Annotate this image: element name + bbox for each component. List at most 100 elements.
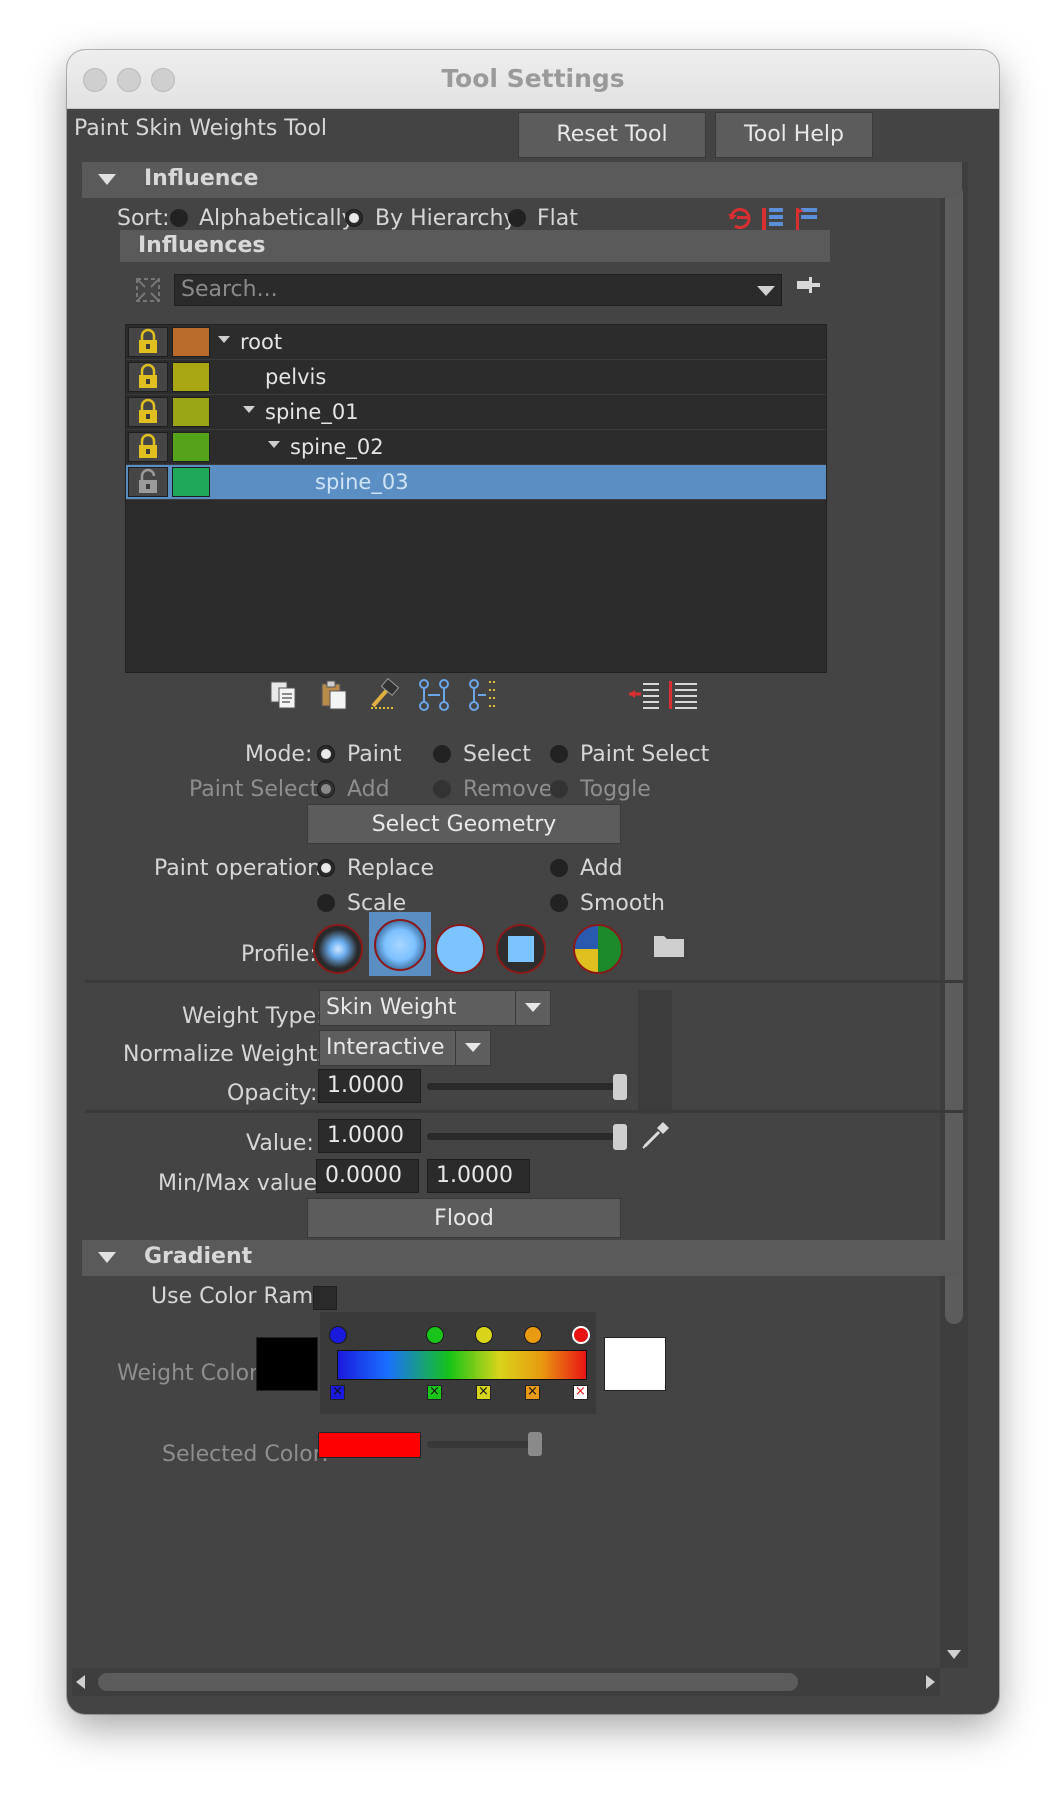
influence-section-header[interactable]: Influence [82, 162, 962, 198]
ramp-stop-delete-icon[interactable]: × [573, 1385, 588, 1400]
ramp-stop-delete-icon[interactable]: × [330, 1385, 345, 1400]
opacity-input[interactable]: 1.0000 [318, 1069, 421, 1103]
mode-paint-radio[interactable] [317, 745, 335, 763]
profile-soft-icon[interactable] [374, 919, 426, 971]
paint-operation-replace-radio[interactable] [317, 859, 335, 877]
horizontal-scrollbar[interactable] [72, 1668, 940, 1696]
value-input[interactable]: 1.0000 [318, 1119, 421, 1153]
influence-row[interactable]: root [126, 325, 826, 360]
weight-hammer-icon[interactable] [367, 678, 401, 712]
influence-name: spine_03 [315, 470, 409, 494]
profile-square-icon[interactable] [496, 924, 546, 974]
influence-color-swatch[interactable] [172, 362, 210, 392]
pin-icon[interactable] [793, 272, 823, 302]
folder-icon[interactable] [652, 930, 686, 960]
unlock-icon[interactable] [128, 467, 168, 497]
reset-tool-button[interactable]: Reset Tool [518, 112, 706, 158]
gradient-section-header[interactable]: Gradient [82, 1240, 962, 1276]
influence-row[interactable]: spine_01 [126, 395, 826, 430]
profile-gaussian-icon[interactable] [313, 924, 363, 974]
paint-operation-smooth-radio[interactable] [550, 894, 568, 912]
vertical-scroll-thumb[interactable] [945, 184, 963, 1324]
color-ramp-editor[interactable]: × × × × × [320, 1312, 596, 1414]
paint-operation-replace-label: Replace [347, 856, 435, 881]
paint-select-add-label: Add [347, 777, 390, 802]
paint-operation-scale-radio[interactable] [317, 894, 335, 912]
sort-flat-radio[interactable] [508, 209, 526, 227]
influence-section-label: Influence [144, 166, 259, 191]
opacity-slider-handle[interactable] [613, 1074, 627, 1100]
min-value-input[interactable]: 0.0000 [316, 1159, 419, 1193]
expand-triangle-icon[interactable] [243, 406, 255, 413]
lock-icon[interactable] [128, 362, 168, 392]
influence-search-input[interactable]: Search... [174, 274, 782, 306]
opacity-slider-track[interactable] [427, 1083, 623, 1090]
influence-color-swatch[interactable] [172, 467, 210, 497]
tool-name-label: Paint Skin Weights Tool [74, 116, 328, 141]
normalize-weights-dropdown[interactable]: Interactive [319, 1030, 491, 1066]
copy-weights-icon[interactable] [267, 678, 301, 712]
influence-row[interactable]: spine_03 [126, 465, 826, 500]
expand-triangle-icon[interactable] [268, 441, 280, 448]
paint-select-remove-radio[interactable] [433, 780, 451, 798]
separator [85, 1110, 963, 1113]
scroll-right-icon[interactable] [926, 1675, 935, 1689]
paste-weights-icon[interactable] [317, 678, 351, 712]
horizontal-scroll-thumb[interactable] [98, 1673, 798, 1691]
ramp-stop-marker[interactable] [426, 1326, 444, 1344]
filter-icon[interactable] [133, 274, 163, 306]
selected-color-swatch[interactable] [318, 1432, 421, 1458]
select-geometry-button[interactable]: Select Geometry [307, 804, 621, 844]
value-slider-handle[interactable] [613, 1124, 627, 1150]
paint-operation-add-radio[interactable] [550, 859, 568, 877]
ramp-stop-delete-icon[interactable]: × [476, 1385, 491, 1400]
use-color-ramp-checkbox[interactable] [313, 1286, 337, 1310]
move-weights-icon[interactable] [417, 678, 451, 712]
vertical-scrollbar[interactable] [940, 162, 968, 1668]
weight-type-dropdown[interactable]: Skin Weight [319, 990, 551, 1026]
expand-triangle-icon[interactable] [218, 336, 230, 343]
selected-color-slider-track[interactable] [427, 1441, 537, 1448]
search-dropdown-icon[interactable] [757, 286, 775, 296]
paint-select-toggle-radio[interactable] [550, 780, 568, 798]
influence-row[interactable]: pelvis [126, 360, 826, 395]
ramp-stop-delete-icon[interactable]: × [525, 1385, 540, 1400]
sort-by-hierarchy-radio[interactable] [345, 209, 363, 227]
show-influences-icon[interactable] [467, 678, 501, 712]
scroll-down-icon[interactable] [947, 1650, 961, 1659]
value-slider-track[interactable] [427, 1133, 623, 1140]
weight-color-max-swatch[interactable] [604, 1337, 666, 1391]
flood-button[interactable]: Flood [307, 1198, 621, 1238]
paint-operation-label: Paint operation: [154, 856, 329, 881]
influence-color-swatch[interactable] [172, 397, 210, 427]
profile-solid-icon[interactable] [435, 924, 485, 974]
ramp-stop-marker[interactable] [475, 1326, 493, 1344]
add-influence-icon[interactable] [627, 678, 661, 712]
eyedropper-icon[interactable] [639, 1118, 673, 1152]
mode-select-radio[interactable] [433, 745, 451, 763]
paint-select-add-radio[interactable] [317, 780, 335, 798]
lock-icon[interactable] [128, 397, 168, 427]
influence-color-swatch[interactable] [172, 327, 210, 357]
ramp-stop-marker[interactable] [572, 1326, 590, 1344]
influence-name: spine_02 [290, 435, 384, 459]
ramp-stop-marker[interactable] [329, 1326, 347, 1344]
sort-alphabetically-radio[interactable] [170, 209, 188, 227]
weight-color-min-swatch[interactable] [256, 1337, 318, 1391]
mode-paint-select-radio[interactable] [550, 745, 568, 763]
scroll-left-icon[interactable] [76, 1675, 85, 1689]
influence-list[interactable]: root pelvis spine_01 spine_02 spine_03 [125, 324, 827, 673]
ramp-stop-marker[interactable] [524, 1326, 542, 1344]
influence-color-swatch[interactable] [172, 432, 210, 462]
tool-help-button[interactable]: Tool Help [715, 112, 873, 158]
color-ramp-bar[interactable] [337, 1350, 587, 1380]
influence-row[interactable]: spine_02 [126, 430, 826, 465]
lock-icon[interactable] [128, 327, 168, 357]
selected-color-slider-handle[interactable] [528, 1432, 542, 1456]
max-value-input[interactable]: 1.0000 [427, 1159, 530, 1193]
remove-influence-icon[interactable] [667, 678, 701, 712]
ramp-stop-delete-icon[interactable]: × [427, 1385, 442, 1400]
lock-icon[interactable] [128, 432, 168, 462]
gradient-section-label: Gradient [144, 1244, 253, 1269]
profile-image-icon[interactable] [573, 924, 623, 974]
